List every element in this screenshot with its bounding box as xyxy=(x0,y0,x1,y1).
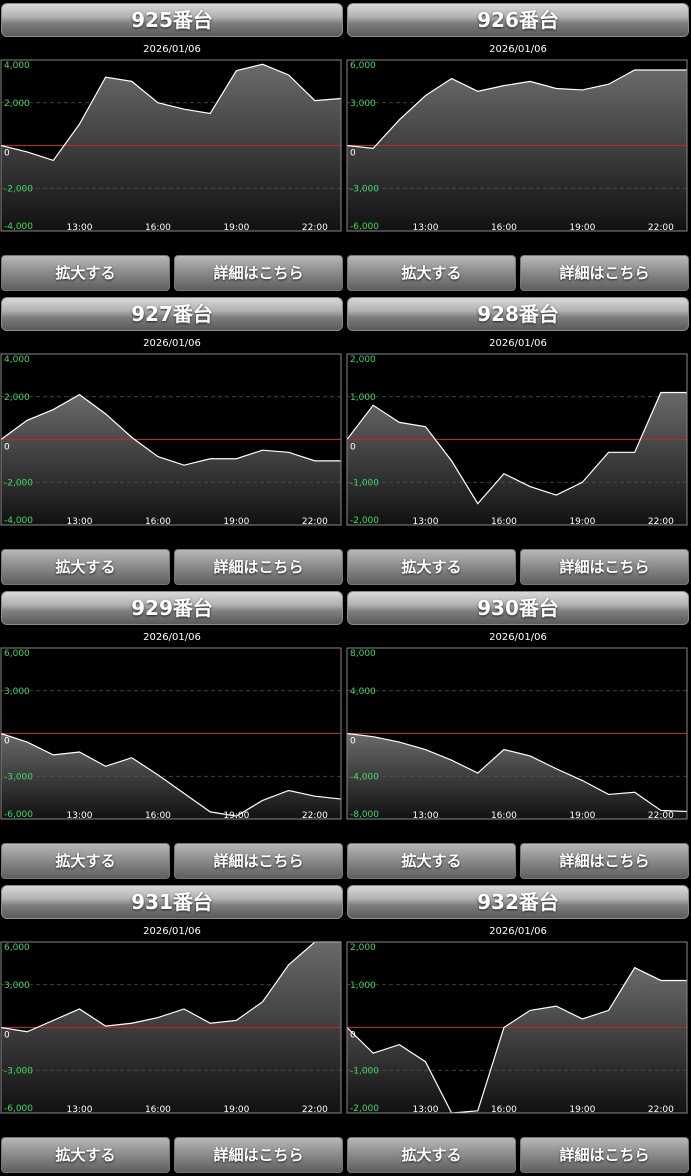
zoom-button[interactable]: 拡大する xyxy=(1,549,170,585)
detail-button[interactable]: 詳細はこちら xyxy=(174,843,343,879)
detail-button[interactable]: 詳細はこちら xyxy=(520,1137,689,1173)
y-tick-label: 4,000 xyxy=(4,61,30,71)
y-tick-label: -3,000 xyxy=(350,184,379,194)
zoom-button[interactable]: 拡大する xyxy=(347,549,516,585)
y-tick-label: 1,000 xyxy=(350,393,376,403)
zoom-button[interactable]: 拡大する xyxy=(347,255,516,291)
y-tick-label: 8,000 xyxy=(350,649,376,659)
y-tick-label: 3,000 xyxy=(4,687,30,697)
y-tick-label: 0 xyxy=(4,1031,10,1041)
machine-title: 931番台 xyxy=(1,885,343,919)
machine-panel: 928番台 2026/01/06 拡大する 詳細はこちら 2,000 1,000 0 -1,0… xyxy=(346,294,690,588)
series-area xyxy=(347,392,687,525)
y-tick-label: 2,000 xyxy=(4,393,30,403)
machine-panel: 927番台 2026/01/06 拡大する 詳細はこちら 4,000 2,000 0 -2,0… xyxy=(0,294,344,588)
series-area xyxy=(1,394,341,525)
series-area xyxy=(347,967,687,1113)
y-tick-label: 0 xyxy=(4,737,10,747)
zoom-button[interactable]: 拡大する xyxy=(1,1137,170,1173)
profit-chart[interactable]: 2,0001,0000-1,000-2,000 13:00 16:00 19:00 22… xyxy=(346,938,688,1114)
y-tick-label: -3,000 xyxy=(4,772,33,782)
y-tick-label: -2,000 xyxy=(4,478,33,488)
y-tick-label: 2,000 xyxy=(350,355,376,365)
detail-button[interactable]: 詳細はこちら xyxy=(174,255,343,291)
y-tick-label: -1,000 xyxy=(350,478,379,488)
y-tick-label: 0 xyxy=(350,1031,356,1041)
profit-chart[interactable]: 6,0003,0000-3,000-6,000 13:00 16:00 19:00 22… xyxy=(0,938,342,1114)
machine-panel: 932番台 2026/01/06 拡大する 詳細はこちら 2,000 1,000 0 -1,0… xyxy=(346,882,690,1176)
chart-date: 2026/01/06 xyxy=(143,632,201,643)
profit-chart[interactable]: 4,0002,0000-2,000-4,000 13:00 16:00 19:00 22… xyxy=(0,350,342,526)
y-tick-label: 4,000 xyxy=(350,687,376,697)
profit-chart[interactable]: 6,0003,0000-3,000-6,000 13:00 16:00 19:00 22… xyxy=(0,644,342,820)
detail-button[interactable]: 詳細はこちら xyxy=(174,549,343,585)
y-tick-label: 4,000 xyxy=(4,355,30,365)
detail-button[interactable]: 詳細はこちら xyxy=(520,255,689,291)
machine-title: 927番台 xyxy=(1,297,343,331)
chart-date: 2026/01/06 xyxy=(489,44,547,55)
chart-date: 2026/01/06 xyxy=(489,632,547,643)
y-tick-label: -2,000 xyxy=(4,184,33,194)
profit-chart[interactable]: 8,0004,0000-4,000-8,000 13:00 16:00 19:00 22… xyxy=(346,644,688,820)
y-tick-label: 6,000 xyxy=(4,649,30,659)
y-tick-label: 0 xyxy=(350,443,356,453)
machine-title: 928番台 xyxy=(347,297,689,331)
y-tick-label: 6,000 xyxy=(350,61,376,71)
y-tick-label: 0 xyxy=(4,443,10,453)
zoom-button[interactable]: 拡大する xyxy=(1,843,170,879)
y-tick-label: 0 xyxy=(350,149,356,159)
y-tick-label: 6,000 xyxy=(4,943,30,953)
detail-button[interactable]: 詳細はこちら xyxy=(520,843,689,879)
machine-title: 930番台 xyxy=(347,591,689,625)
y-tick-label: -3,000 xyxy=(4,1066,33,1076)
chart-date: 2026/01/06 xyxy=(143,926,201,937)
detail-button[interactable]: 詳細はこちら xyxy=(174,1137,343,1173)
y-tick-label: 1,000 xyxy=(350,981,376,991)
zoom-button[interactable]: 拡大する xyxy=(1,255,170,291)
zoom-button[interactable]: 拡大する xyxy=(347,1137,516,1173)
series-area xyxy=(1,64,341,232)
profit-chart[interactable]: 4,0002,0000-2,000-4,000 13:00 16:00 19:00 22… xyxy=(0,56,342,232)
chart-date: 2026/01/06 xyxy=(143,44,201,55)
profit-chart[interactable]: 2,0001,0000-1,000-2,000 13:00 16:00 19:00 22… xyxy=(346,350,688,526)
y-tick-label: -4,000 xyxy=(350,772,379,782)
machine-panel: 931番台 2026/01/06 拡大する 詳細はこちら 6,000 3,000 0 -3,0… xyxy=(0,882,344,1176)
machine-title: 932番台 xyxy=(347,885,689,919)
chart-date: 2026/01/06 xyxy=(143,338,201,349)
machine-title: 925番台 xyxy=(1,3,343,37)
chart-date: 2026/01/06 xyxy=(489,338,547,349)
machine-title: 926番台 xyxy=(347,3,689,37)
machine-panel: 930番台 2026/01/06 拡大する 詳細はこちら 8,000 4,000 0 -4,0… xyxy=(346,588,690,882)
zoom-button[interactable]: 拡大する xyxy=(347,843,516,879)
y-tick-label: 2,000 xyxy=(350,943,376,953)
y-tick-label: -1,000 xyxy=(350,1066,379,1076)
machine-panel: 929番台 2026/01/06 拡大する 詳細はこちら 6,000 3,000 0 -3,0… xyxy=(0,588,344,882)
profit-chart[interactable]: 6,0003,0000-3,000-6,000 13:00 16:00 19:00 22… xyxy=(346,56,688,232)
chart-date: 2026/01/06 xyxy=(489,926,547,937)
y-tick-label: 3,000 xyxy=(4,981,30,991)
detail-button[interactable]: 詳細はこちら xyxy=(520,549,689,585)
y-tick-label: 0 xyxy=(350,737,356,747)
y-tick-label: 2,000 xyxy=(4,99,30,109)
y-tick-label: 0 xyxy=(4,149,10,159)
machine-panel: 925番台 2026/01/06 拡大する 詳細はこちら 4,000 2,000 0 -2,0… xyxy=(0,0,344,294)
machine-panel: 926番台 2026/01/06 拡大する 詳細はこちら 6,000 3,000 0 -3,0… xyxy=(346,0,690,294)
series-area xyxy=(347,69,687,231)
y-tick-label: 3,000 xyxy=(350,99,376,109)
machine-title: 929番台 xyxy=(1,591,343,625)
